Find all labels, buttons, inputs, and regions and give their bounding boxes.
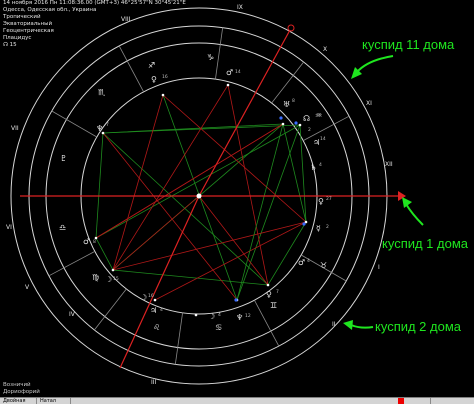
svg-text:☿: ☿: [316, 224, 321, 233]
status-separator: [70, 398, 71, 404]
svg-text:15: 15: [113, 276, 119, 282]
midheaven-marker: [287, 24, 295, 32]
annotation-cusp-2: куспид 2 дома: [375, 319, 462, 334]
svg-text:♆: ♆: [236, 313, 243, 322]
svg-text:♀: ♀: [151, 75, 157, 84]
svg-text:4: 4: [218, 312, 221, 318]
chart-date-line: 14 ноября 2016 Пн 11:08:36.00 (GMT+3) 46…: [3, 0, 186, 6]
svg-text:☊: ☊: [303, 114, 310, 123]
svg-text:8: 8: [292, 98, 295, 104]
center-type: Геоцентрическая: [3, 28, 54, 34]
house-cusp-line: [118, 45, 144, 92]
lunar-node-icon: ☊: [3, 42, 10, 48]
house-number-IX: IX: [237, 4, 243, 11]
house-system: Плацидус: [3, 35, 32, 41]
svg-text:♎: ♎: [59, 223, 66, 232]
house-cusp-line: [215, 27, 224, 80]
zodiac-type: Тропический: [3, 14, 41, 20]
ic-axis: [119, 195, 200, 369]
svg-text:2: 2: [326, 224, 329, 230]
svg-text:♌: ♌: [153, 323, 160, 332]
svg-text:♒: ♒: [315, 111, 322, 120]
svg-text:4: 4: [319, 162, 322, 168]
svg-text:27: 27: [326, 196, 332, 202]
house-number-VI: VI: [6, 224, 12, 231]
house-cusp-line: [51, 110, 98, 138]
house-number-VII: VII: [11, 125, 19, 132]
svg-text:♄: ♄: [310, 163, 317, 172]
svg-text:4: 4: [160, 307, 163, 313]
svg-text:♐: ♐: [148, 61, 155, 70]
svg-text:☽: ☽: [140, 293, 147, 302]
svg-text:♂: ♂: [298, 258, 305, 267]
svg-text:♅: ♅: [283, 100, 290, 109]
house-number-IV: IV: [69, 311, 75, 318]
svg-text:16: 16: [162, 74, 168, 80]
svg-text:☽: ☽: [105, 275, 112, 284]
natal-chart-wheel: ♀ ♂ ♅ ☊ ♃ ♄ ♀ ☿ ♂ ♀ ♆ ☽ ♃ ☽ ☽ ♂ ♆ ♇ ♎ ♍ …: [10, 7, 406, 385]
svg-text:♂: ♂: [226, 68, 233, 77]
status-mode[interactable]: Двойная: [3, 398, 26, 404]
house-cusp-line: [271, 61, 304, 104]
chart-center: [196, 193, 202, 199]
status-separator: [36, 398, 37, 404]
house-number-I: I: [378, 264, 380, 271]
house-cusp-line: [174, 312, 183, 365]
annotation-cusp-11: куспид 11 дома: [362, 37, 455, 52]
svg-text:12: 12: [245, 313, 251, 319]
chart-info: 14 ноября 2016 Пн 11:08:36.00 (GMT+3) 46…: [3, 0, 186, 49]
svg-text:14: 14: [320, 136, 326, 142]
svg-text:☽: ☽: [208, 312, 215, 321]
house-number-X: X: [323, 46, 328, 53]
svg-text:♀: ♀: [318, 197, 324, 206]
degree-labels: 16 14 8 2 14 4 27 2 4 7 12 4 4 16 15 8 7: [93, 69, 332, 319]
house-number-II: II: [332, 321, 336, 328]
svg-text:8: 8: [93, 239, 96, 245]
svg-text:♉: ♉: [320, 261, 327, 270]
ascendant-arrow: [398, 191, 406, 201]
svg-text:7: 7: [276, 289, 279, 295]
bottom-left-line-2: Дориофорий: [3, 389, 40, 395]
coordinate-system: Экваториальный: [3, 21, 53, 27]
status-separator: [430, 398, 431, 404]
svg-text:♊: ♊: [270, 301, 277, 310]
bottom-left-line-1: Возничий: [3, 382, 31, 388]
house-number-III: III: [151, 379, 157, 386]
chart-location-line: Одесса, Одесская обл., Украина: [3, 7, 97, 13]
house-number-XI: XI: [366, 100, 372, 107]
status-chart-type[interactable]: Натал: [40, 398, 56, 404]
svg-text:♃: ♃: [150, 306, 157, 315]
annotation-cusp-1: куспид 1 дома: [382, 236, 469, 251]
svg-text:♂: ♂: [83, 237, 90, 246]
house-number-XII: XII: [385, 161, 393, 168]
svg-text:♀: ♀: [266, 290, 272, 299]
svg-text:♏: ♏: [98, 88, 106, 97]
svg-text:4: 4: [307, 258, 310, 264]
svg-text:♆: ♆: [96, 124, 103, 133]
svg-text:16: 16: [148, 293, 154, 299]
svg-text:♋: ♋: [215, 323, 222, 332]
house-cusp-line: [48, 251, 95, 277]
svg-text:♇: ♇: [60, 154, 67, 163]
status-indicator: [398, 398, 404, 404]
info-extra: ☊ 15: [3, 42, 17, 48]
house-number-V: V: [25, 284, 30, 291]
svg-text:14: 14: [235, 69, 241, 75]
bottom-left-info: Возничий Дориофорий: [3, 382, 40, 396]
svg-text:♍: ♍: [92, 273, 99, 282]
svg-text:♑: ♑: [207, 53, 214, 62]
svg-text:7: 7: [106, 122, 109, 128]
svg-text:2: 2: [308, 127, 311, 133]
house-cusp-line: [94, 288, 127, 331]
